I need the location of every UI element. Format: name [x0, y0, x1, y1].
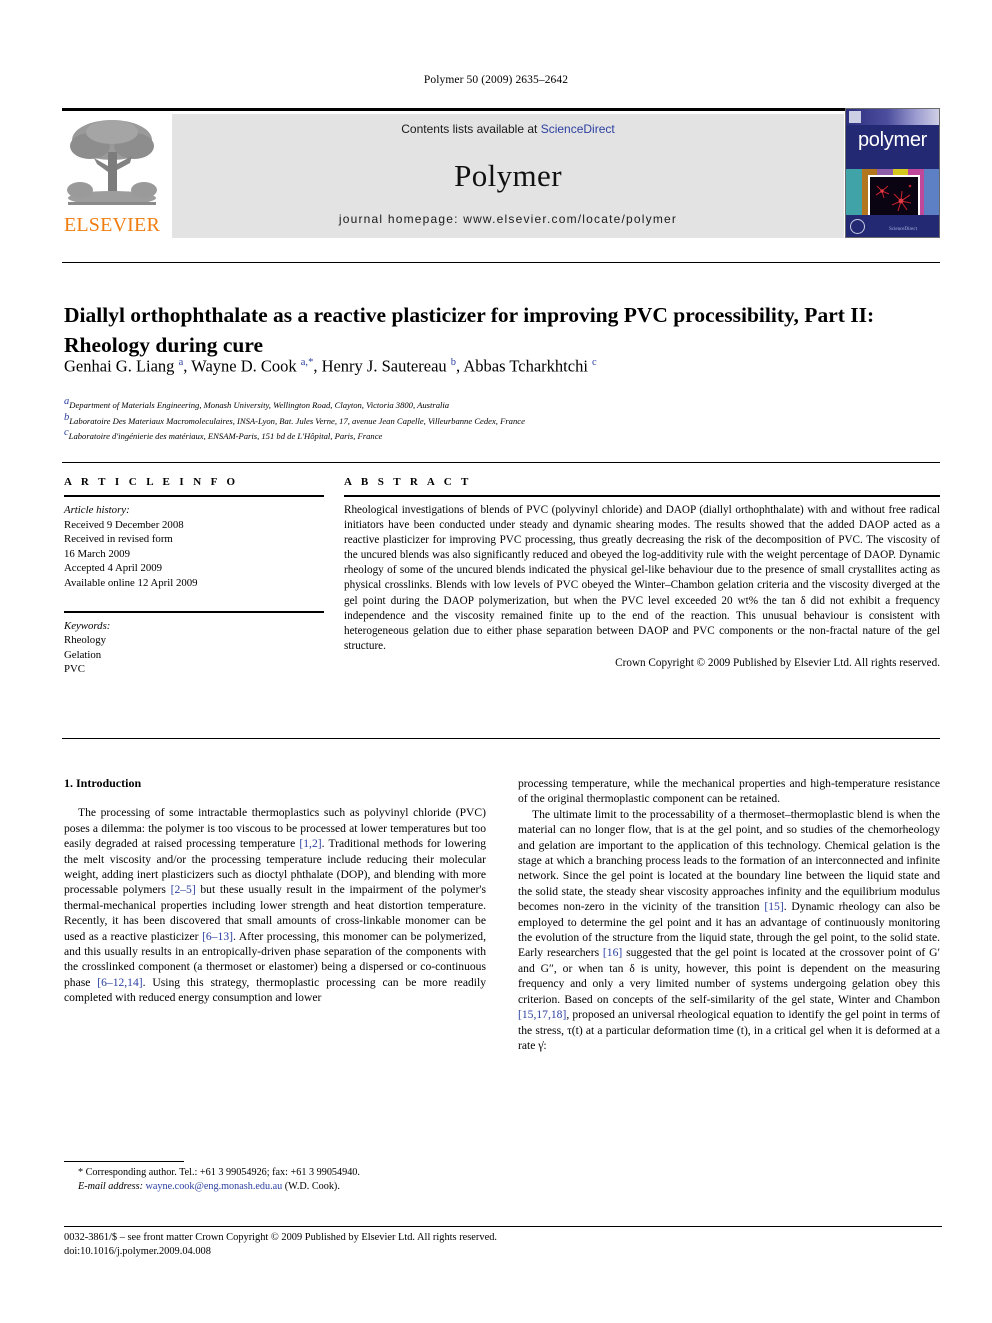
citation-link[interactable]: [15,17,18]	[518, 1008, 566, 1021]
keywords-rule	[64, 610, 324, 613]
sciencedirect-link[interactable]: ScienceDirect	[541, 122, 615, 136]
affiliation-1: bLaboratoire Des Materiaux Macromolecula…	[64, 411, 525, 426]
masthead-top-rule	[62, 108, 940, 111]
corresponding-author-note: * Corresponding author. Tel.: +61 3 9905…	[78, 1167, 360, 1178]
body-paragraph-right-1: The ultimate limit to the processability…	[518, 807, 941, 1052]
email-link[interactable]: wayne.cook@eng.monash.edu.au	[146, 1181, 283, 1192]
article-info-column: A R T I C L E I N F O Article history: R…	[64, 476, 324, 677]
abstract-copyright: Crown Copyright © 2009 Published by Else…	[615, 656, 940, 669]
journal-cover-thumbnail[interactable]: polymer ScienceDirect	[845, 108, 940, 238]
article-history-4: Available online 12 April 2009	[64, 576, 198, 589]
cover-elsevier-mark-icon	[849, 111, 861, 123]
citation-link[interactable]: [1,2]	[299, 837, 321, 850]
body-paragraph-right-0: processing temperature, while the mechan…	[518, 777, 940, 806]
footnote-separator-rule	[64, 1161, 184, 1162]
cover-title-text: polymer	[857, 129, 928, 151]
affiliation-0: aDepartment of Materials Engineering, Mo…	[64, 396, 450, 410]
elsevier-tree-icon	[64, 114, 160, 210]
footer-separator-rule	[64, 1226, 942, 1227]
affiliation-mark-1: b	[64, 411, 70, 423]
page-footer: 0032-3861/$ – see front matter Crown Cop…	[64, 1231, 942, 1260]
keywords-label: Keywords:	[64, 619, 111, 632]
keyword-1: Gelation	[64, 648, 102, 661]
abstract-rule	[344, 495, 940, 497]
abstract-top-rule	[62, 462, 940, 463]
email-note: E-mail address: wayne.cook@eng.monash.ed…	[64, 1180, 486, 1194]
affiliation-list: aDepartment of Materials Engineering, Mo…	[64, 396, 940, 443]
body-paragraph-left-0: The processing of some intractable therm…	[64, 806, 487, 1005]
author-list: Genhai G. Liang a, Wayne D. Cook a,*, He…	[64, 356, 597, 376]
article-history-3: Accepted 4 April 2009	[64, 562, 163, 575]
body-column-right: processing temperature, while the mechan…	[518, 776, 940, 1053]
journal-name: Polymer	[454, 158, 562, 193]
affiliation-mark-0: a	[64, 396, 70, 407]
cover-footer-text: ScienceDirect	[888, 227, 918, 232]
abstract-heading: A B S T R A C T	[344, 476, 472, 488]
keyword-0: Rheology	[64, 634, 106, 647]
doi-line: doi:10.1016/j.polymer.2009.04.008	[64, 1246, 211, 1258]
keyword-2: PVC	[64, 663, 86, 676]
body-column-left: 1. Introduction The processing of some i…	[64, 776, 486, 1006]
running-head: Polymer 50 (2009) 2635–2642	[423, 74, 569, 86]
affiliation-mark-2: c	[64, 427, 69, 439]
abstract-text: Rheological investigations of blends of …	[344, 504, 940, 652]
cover-footer-band: ScienceDirect	[846, 215, 939, 237]
abstract-bottom-rule	[62, 738, 940, 739]
citation-link[interactable]: [16]	[603, 946, 622, 959]
journal-homepage-link[interactable]: journal homepage: www.elsevier.com/locat…	[172, 212, 844, 226]
article-info-rule	[64, 495, 324, 497]
elsevier-wordmark: ELSEVIER	[63, 214, 161, 236]
article-history-2: 16 March 2009	[64, 547, 130, 560]
contents-available-line: Contents lists available at ScienceDirec…	[172, 122, 844, 136]
article-info-spacer	[64, 591, 324, 611]
journal-band: Contents lists available at ScienceDirec…	[172, 114, 844, 238]
elsevier-logo: ELSEVIER	[62, 114, 162, 238]
article-info-heading: A R T I C L E I N F O	[64, 476, 239, 488]
issn-copyright-line: 0032-3861/$ – see front matter Crown Cop…	[64, 1232, 497, 1243]
email-suffix: (W.D. Cook).	[284, 1181, 340, 1193]
citation-link[interactable]: [6–12,14]	[97, 976, 142, 989]
cover-badge-icon	[850, 219, 865, 234]
citation-link[interactable]: [2–5]	[171, 883, 196, 896]
citation-link[interactable]: [6–13]	[202, 930, 233, 943]
citation-link[interactable]: [15]	[764, 900, 783, 913]
journal-masthead: ELSEVIER Contents lists available at Sci…	[62, 108, 940, 238]
contents-prefix-text: Contents lists available at	[401, 122, 538, 136]
footnote-block: * Corresponding author. Tel.: +61 3 9905…	[64, 1166, 486, 1194]
email-label: E-mail address:	[78, 1181, 143, 1193]
title-separator-rule	[62, 262, 940, 263]
journal-article-page: Polymer 50 (2009) 2635–2642 ELSEVIER Con…	[0, 0, 992, 1323]
abstract-column: A B S T R A C T Rheological investigatio…	[344, 476, 940, 671]
article-history-label: Article history:	[64, 504, 130, 516]
section-heading-introduction: 1. Introduction	[64, 776, 142, 790]
article-history-0: Received 9 December 2008	[64, 518, 184, 531]
article-history-1: Received in revised form	[64, 533, 173, 546]
affiliation-2: cLaboratoire d'ingénierie des matériaux,…	[64, 427, 383, 442]
